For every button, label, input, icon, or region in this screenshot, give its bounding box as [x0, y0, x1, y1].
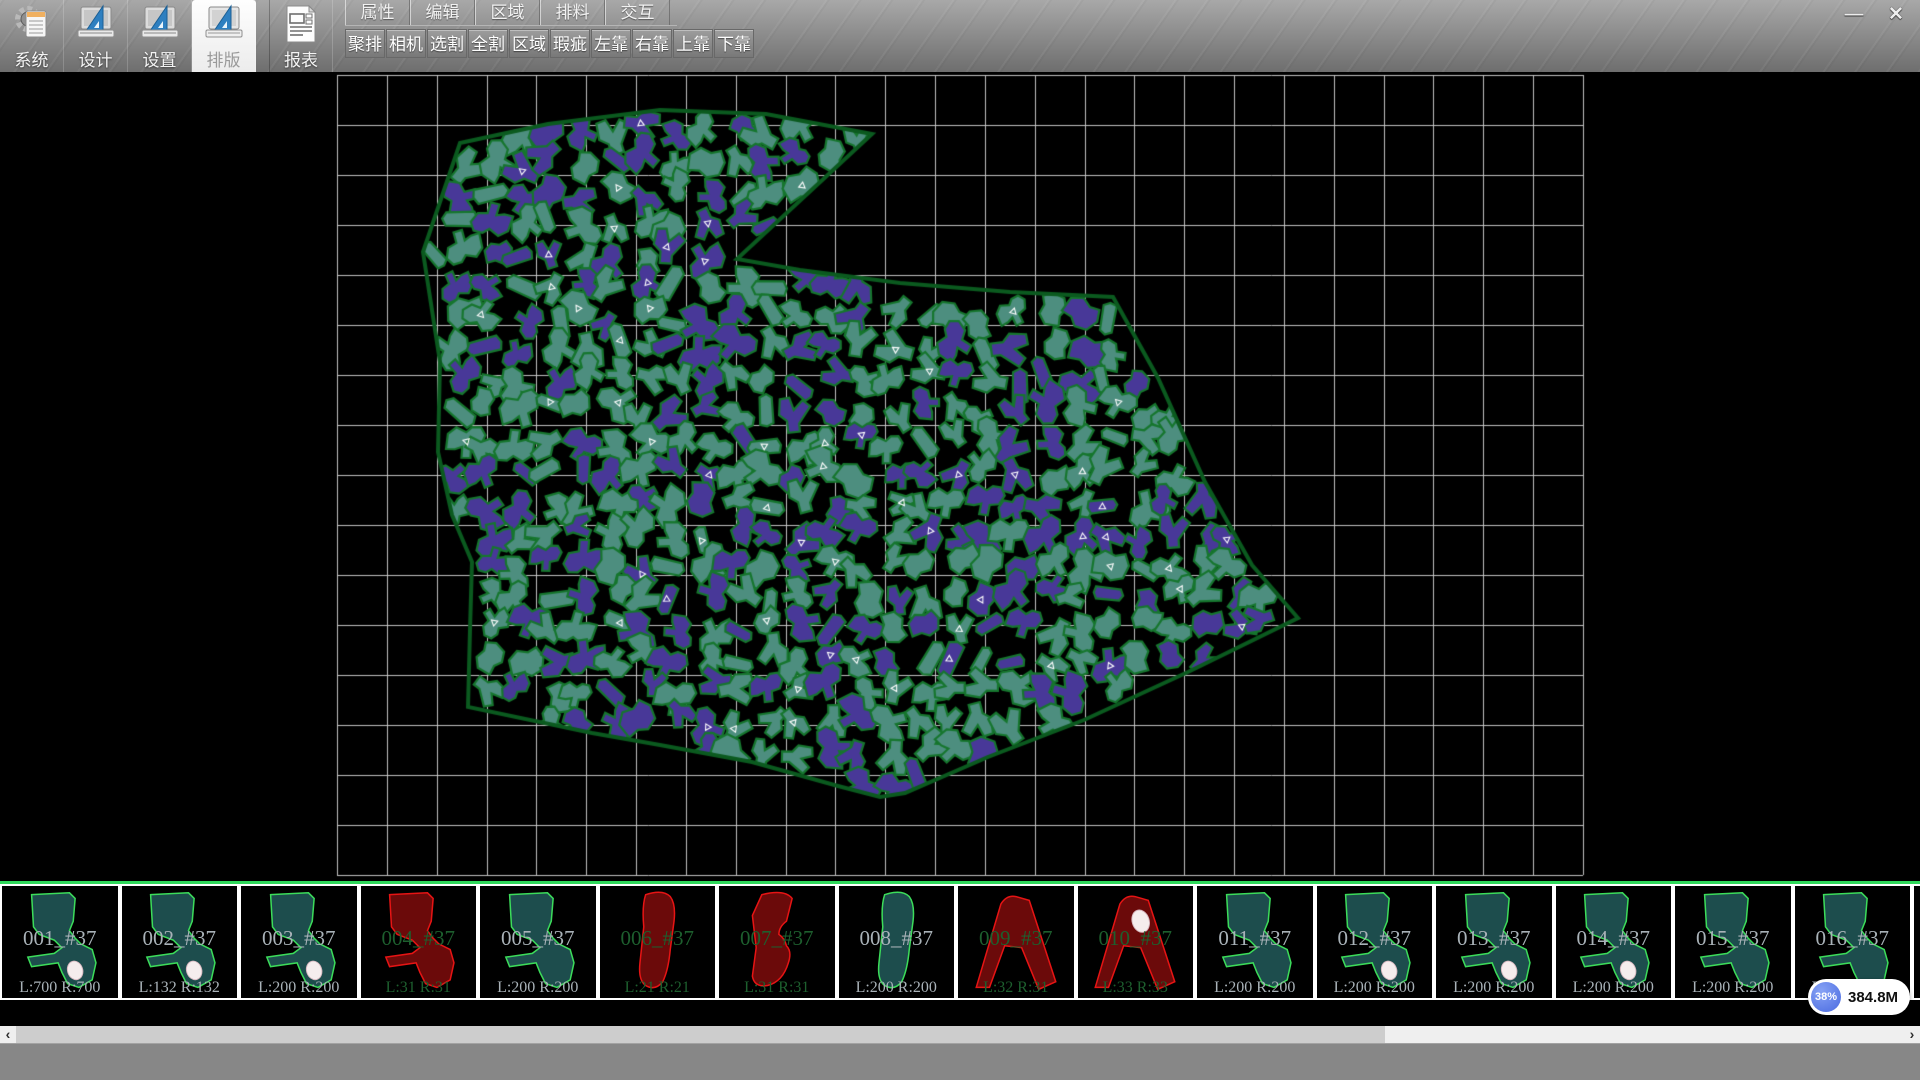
piece-count-label: L:200 R:200 [1556, 979, 1672, 997]
thumbnail-cell-009_#37[interactable]: 009_#37 L:32 R:31 [956, 884, 1076, 1000]
menu-tab-3[interactable]: 排料 [540, 0, 605, 25]
scrollbar-thumb[interactable] [16, 1026, 1385, 1043]
menu-tabs: 属性编辑区域排料交互 [345, 0, 677, 26]
thumbnail-cell-004_#37[interactable]: 004_#37 L:31 R:31 [359, 884, 479, 1000]
piece-name-label: 002_#37 [122, 926, 238, 951]
scroll-right-arrow-icon[interactable]: › [1904, 1026, 1920, 1043]
thumbnail-cell-011_#37[interactable]: 011_#37 L:200 R:200 [1195, 884, 1315, 1000]
pieces-thumbnail-strip: 001_#37L:700 R:700002_#37L:132 R:132003_… [0, 884, 1920, 1000]
piece-count-label: L:200 R:200 [1675, 979, 1791, 997]
piece-name-label: 004_#37 [361, 926, 477, 951]
menu-tab-2[interactable]: 区域 [475, 0, 540, 25]
module-button-label: 设计 [79, 46, 113, 71]
tool-button-5[interactable]: 瑕疵 [550, 29, 590, 58]
status-bar [0, 1043, 1920, 1080]
tool-button-6[interactable]: 左靠 [591, 29, 631, 58]
piece-name-label: 006_#37 [600, 926, 716, 951]
piece-count-label: L:31 R:31 [719, 979, 835, 997]
piece-count-label: L:132 R:132 [122, 979, 238, 997]
tool-button-2[interactable]: 选割 [427, 29, 467, 58]
piece-name-label: 008_#37 [839, 926, 955, 951]
thumbnail-cell-0[interactable]: 0 L:2 [1912, 884, 1920, 1000]
menu-tab-1[interactable]: 编辑 [410, 0, 475, 25]
module-button-settings-ruler[interactable]: 设置 [128, 0, 192, 72]
tool-button-1[interactable]: 相机 [386, 29, 426, 58]
tool-button-8[interactable]: 上靠 [673, 29, 713, 58]
report-doc-icon [280, 4, 322, 44]
module-button-label: 系统 [15, 46, 49, 71]
piece-count-label: L:200 R:200 [1197, 979, 1313, 997]
piece-name-label: 003_#37 [241, 926, 357, 951]
thumbnail-cell-003_#37[interactable]: 003_#37 L:200 R:200 [239, 884, 359, 1000]
piece-name-label: 016_#37 [1795, 926, 1911, 951]
piece-count-label: L:200 R:200 [480, 979, 596, 997]
close-button[interactable]: ✕ [1878, 3, 1914, 29]
piece-count-label: L:33 R:33 [1078, 979, 1194, 997]
module-button-nesting-ruler[interactable]: 排版 [192, 0, 256, 72]
minimize-button[interactable]: — [1836, 3, 1872, 29]
module-buttons: 系统 设计 设置 排版 报表 [0, 0, 333, 72]
thumbnail-cell-013_#37[interactable]: 013_#37 L:200 R:200 [1434, 884, 1554, 1000]
tool-button-0[interactable]: 聚排 [345, 29, 385, 58]
tool-button-9[interactable]: 下靠 [714, 29, 754, 58]
piece-name-label: 015_#37 [1675, 926, 1791, 951]
thumbnail-cell-014_#37[interactable]: 014_#37 L:200 R:200 [1554, 884, 1674, 1000]
tool-button-4[interactable]: 区域 [509, 29, 549, 58]
window-controls: — ✕ [1836, 3, 1914, 29]
piece-name-label: 001_#37 [2, 926, 118, 951]
memory-usage-badge: 38% 384.8M [1808, 979, 1910, 1015]
piece-count-label: L:31 R:31 [361, 979, 477, 997]
piece-count-label: L:2 [1914, 979, 1920, 997]
scroll-left-arrow-icon[interactable]: ‹ [0, 1026, 16, 1043]
module-button-design-ruler[interactable]: 设计 [64, 0, 128, 72]
application-window: 系统设计设置排版报表 属性编辑区域排料交互 聚排相机选割全割区域瑕疵左靠右靠上靠… [0, 0, 1920, 1080]
piece-name-label: 005_#37 [480, 926, 596, 951]
piece-count-label: L:200 R:200 [839, 979, 955, 997]
design-ruler-icon [75, 4, 117, 44]
piece-name-label: 013_#37 [1436, 926, 1552, 951]
piece-name-label: 011_#37 [1197, 926, 1313, 951]
thumbnail-cell-015_#37[interactable]: 015_#37 L:200 R:200 [1673, 884, 1793, 1000]
horizontal-scrollbar[interactable]: ‹ › [0, 1026, 1920, 1043]
piece-count-label: L:700 R:700 [2, 979, 118, 997]
thumbnail-cell-008_#37[interactable]: 008_#37 L:200 R:200 [837, 884, 957, 1000]
nesting-ruler-icon [203, 4, 245, 44]
module-button-report-doc[interactable]: 报表 [269, 0, 333, 72]
piece-count-label: L:200 R:200 [1436, 979, 1552, 997]
tool-button-3[interactable]: 全割 [468, 29, 508, 58]
piece-name-label: 012_#37 [1317, 926, 1433, 951]
settings-ruler-icon [139, 4, 181, 44]
piece-count-label: L:200 R:200 [1317, 979, 1433, 997]
thumbnail-cell-001_#37[interactable]: 001_#37 L:700 R:700 [0, 884, 120, 1000]
system-gear-icon [11, 4, 53, 44]
piece-count-label: L:200 R:200 [241, 979, 357, 997]
menu-tab-4[interactable]: 交互 [605, 0, 670, 25]
thumbnail-cell-010_#37[interactable]: 010_#37 L:33 R:33 [1076, 884, 1196, 1000]
thumbnail-cell-012_#37[interactable]: 012_#37 L:200 R:200 [1315, 884, 1435, 1000]
tool-buttons-row: 聚排相机选割全割区域瑕疵左靠右靠上靠下靠 [345, 29, 755, 58]
menu-area: 属性编辑区域排料交互 聚排相机选割全割区域瑕疵左靠右靠上靠下靠 [345, 0, 755, 58]
ribbon-toolbar: 系统设计设置排版报表 属性编辑区域排料交互 聚排相机选割全割区域瑕疵左靠右靠上靠… [0, 0, 1920, 73]
thumbnail-cell-002_#37[interactable]: 002_#37 L:132 R:132 [120, 884, 240, 1000]
piece-name-label: 0 [1914, 926, 1920, 951]
module-button-label: 报表 [284, 46, 318, 71]
memory-percent-indicator: 38% [1811, 982, 1841, 1012]
piece-name-label: 014_#37 [1556, 926, 1672, 951]
piece-count-label: L:21 R:21 [600, 979, 716, 997]
piece-name-label: 010_#37 [1078, 926, 1194, 951]
module-button-label: 排版 [207, 46, 241, 71]
thumbnail-cell-007_#37[interactable]: 007_#37 L:31 R:31 [717, 884, 837, 1000]
thumbnail-cell-006_#37[interactable]: 006_#37 L:21 R:21 [598, 884, 718, 1000]
memory-amount-label: 384.8M [1848, 989, 1898, 1006]
piece-name-label: 007_#37 [719, 926, 835, 951]
module-button-system-gear[interactable]: 系统 [0, 0, 64, 72]
piece-name-label: 009_#37 [958, 926, 1074, 951]
module-button-label: 设置 [143, 46, 177, 71]
piece-count-label: L:32 R:31 [958, 979, 1074, 997]
thumbnail-cell-005_#37[interactable]: 005_#37 L:200 R:200 [478, 884, 598, 1000]
tool-button-7[interactable]: 右靠 [632, 29, 672, 58]
nesting-canvas[interactable] [0, 72, 1920, 881]
menu-tab-0[interactable]: 属性 [345, 0, 410, 25]
